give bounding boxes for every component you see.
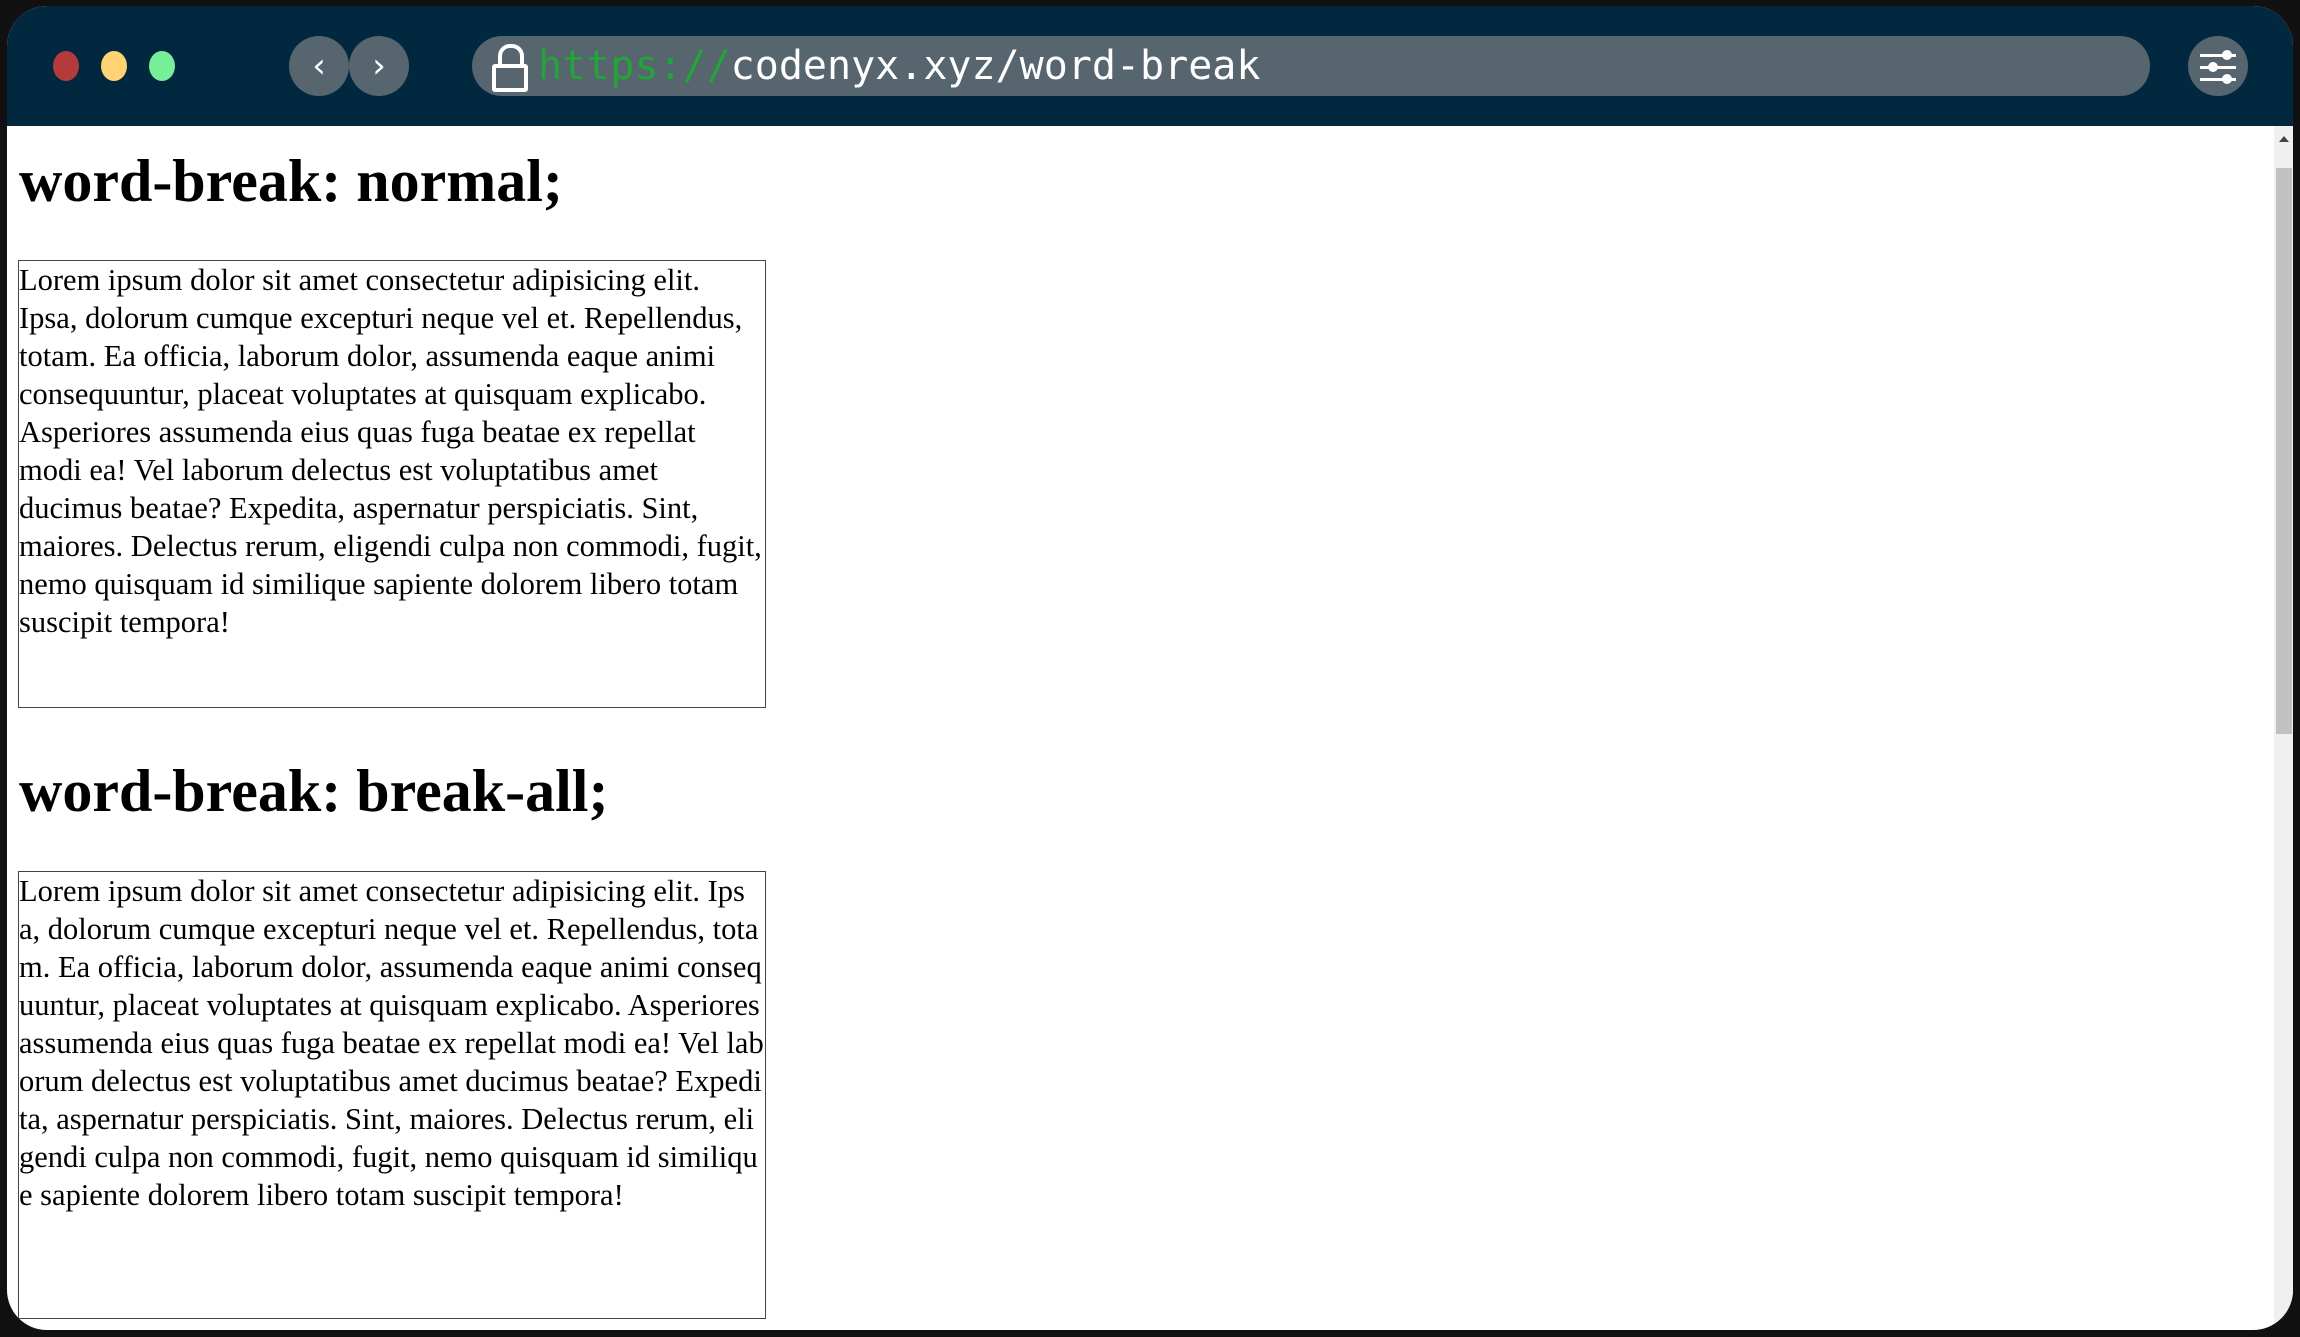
lock-icon	[490, 44, 528, 92]
settings-button[interactable]	[2188, 36, 2248, 96]
scrollbar-thumb[interactable]	[2276, 168, 2292, 734]
close-window-button[interactable]	[53, 51, 79, 81]
minimize-window-button[interactable]	[101, 51, 127, 81]
title-bar: ‹ › https://codenyx.xyz/word-break	[7, 6, 2293, 126]
vertical-scrollbar[interactable]	[2274, 126, 2293, 1330]
url-path: codenyx.xyz/word-break	[730, 43, 1261, 89]
heading-normal: word-break: normal;	[19, 148, 563, 214]
page-content: word-break: normal; Lorem ipsum dolor si…	[7, 126, 2274, 1330]
text-box-normal: Lorem ipsum dolor sit amet consectetur a…	[18, 260, 766, 708]
heading-break-all: word-break: break-all;	[19, 758, 609, 824]
browser-window: ‹ › https://codenyx.xyz/word-break word-…	[7, 6, 2293, 1330]
chevron-left-icon: ‹	[312, 46, 326, 86]
back-button[interactable]: ‹	[289, 36, 349, 96]
text-box-break-all: Lorem ipsum dolor sit amet consectetur a…	[18, 871, 766, 1319]
chevron-right-icon: ›	[372, 46, 386, 86]
url-scheme: https://	[538, 43, 731, 89]
address-bar[interactable]: https://codenyx.xyz/word-break	[472, 36, 2150, 96]
maximize-window-button[interactable]	[149, 51, 175, 81]
scroll-up-arrow-icon[interactable]	[2279, 136, 2289, 142]
forward-button[interactable]: ›	[349, 36, 409, 96]
